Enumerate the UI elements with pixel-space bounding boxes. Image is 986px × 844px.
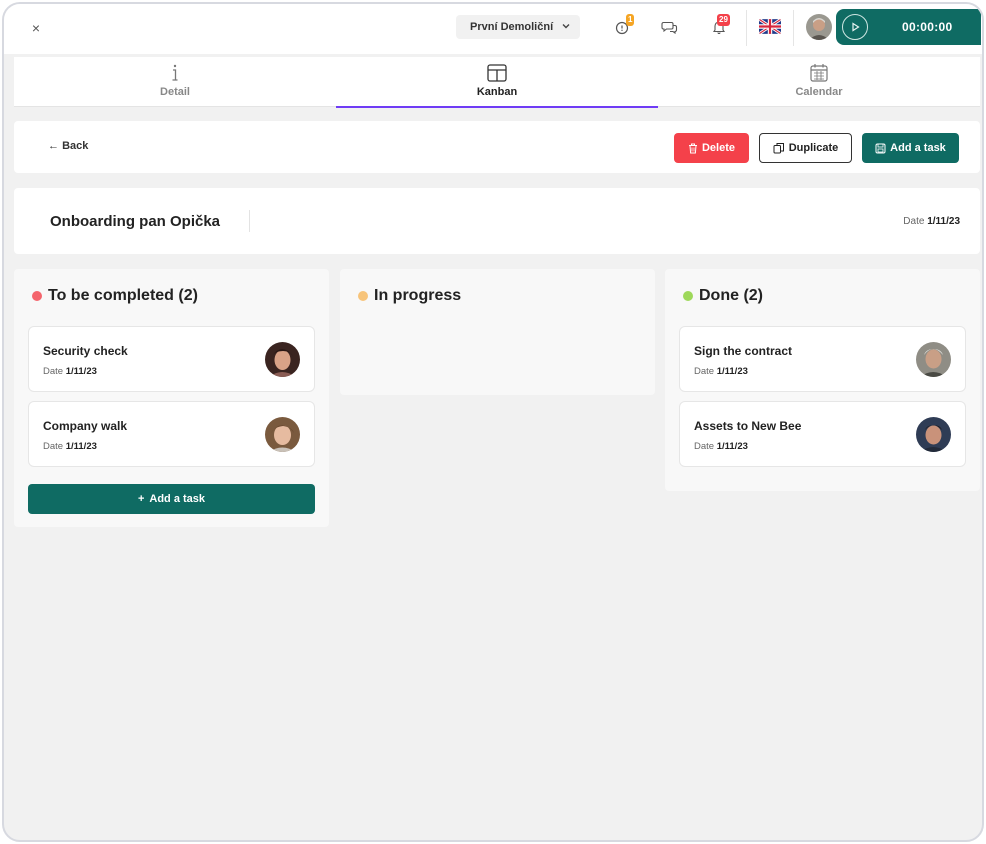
timer-value: 00:00:00 (902, 20, 953, 34)
back-button[interactable]: ← Back (48, 140, 88, 152)
alert-badge: 1 (626, 14, 635, 26)
column-header: To be completed (2) (32, 287, 198, 305)
column-add-task-button[interactable]: + Add a task (28, 484, 315, 514)
tab-kanban[interactable]: Kanban (336, 57, 658, 108)
chat-icon[interactable] (661, 18, 679, 36)
company-select[interactable]: První Demoliční (456, 15, 580, 39)
status-dot (358, 291, 368, 301)
task-card[interactable]: Company walk Date 1/11/23 (28, 401, 315, 467)
tab-label: Detail (160, 86, 190, 98)
date-label: Date (43, 366, 64, 377)
assignee-avatar[interactable] (265, 417, 300, 452)
date-label: Date (903, 216, 925, 227)
action-bar: ← Back Delete Duplicate Add a task (14, 121, 980, 173)
delete-label: Delete (701, 142, 736, 154)
save-icon (875, 143, 886, 153)
uk-flag-icon[interactable] (759, 19, 781, 34)
duplicate-icon (773, 143, 784, 154)
date-value: 1/11/23 (716, 441, 748, 452)
delete-button[interactable]: Delete (674, 133, 749, 163)
status-dot (32, 291, 42, 301)
tab-label: Calendar (795, 86, 843, 98)
board-icon (487, 64, 507, 82)
top-bar: × První Demoliční 1 29 00:00:00 (4, 4, 982, 54)
date-label: Date (43, 441, 64, 452)
date-label: Date (694, 441, 715, 452)
date-label: Date (694, 366, 715, 377)
kanban-column-in-progress: In progress (340, 269, 655, 395)
task-card[interactable]: Security check Date 1/11/23 (28, 326, 315, 392)
notification-badge: 29 (717, 14, 730, 26)
chevron-down-icon (562, 24, 570, 29)
company-select-label: První Demoliční (470, 21, 554, 33)
divider (793, 10, 794, 46)
task-date: Date 1/11/23 (694, 441, 748, 452)
assignee-avatar[interactable] (916, 417, 951, 452)
date-value: 1/11/23 (927, 216, 960, 227)
kanban-column-to-be-completed: To be completed (2) Security check Date … (14, 269, 329, 527)
assignee-avatar[interactable] (916, 342, 951, 377)
duplicate-button[interactable]: Duplicate (759, 133, 852, 163)
column-title: Done (2) (699, 287, 763, 304)
column-title: In progress (374, 287, 462, 304)
project-date: Date 1/11/23 (903, 216, 960, 227)
duplicate-label: Duplicate (788, 142, 839, 154)
date-value: 1/11/23 (65, 441, 97, 452)
date-value: 1/11/23 (65, 366, 97, 377)
arrow-left-icon: ← (48, 140, 63, 152)
tab-calendar[interactable]: Calendar (658, 57, 980, 107)
tab-label: Kanban (476, 86, 518, 98)
trash-icon (688, 143, 697, 153)
tab-detail[interactable]: Detail (14, 57, 336, 107)
close-icon[interactable]: × (26, 18, 46, 38)
date-value: 1/11/23 (716, 366, 748, 377)
task-card[interactable]: Assets to New Bee Date 1/11/23 (679, 401, 966, 467)
divider (249, 210, 250, 232)
add-task-button[interactable]: Add a task (862, 133, 959, 163)
column-title: To be completed (2) (48, 287, 198, 304)
time-tracker: 00:00:00 (836, 9, 981, 45)
project-header: Onboarding pan Opička Date 1/11/23 (14, 188, 980, 254)
app-window: × První Demoliční 1 29 00:00:00 Detail K… (2, 2, 984, 842)
calendar-icon (810, 64, 828, 82)
task-title: Company walk (43, 419, 128, 433)
task-title: Sign the contract (694, 344, 793, 358)
play-icon[interactable] (842, 14, 868, 40)
task-title: Security check (43, 344, 128, 358)
plus-icon: + (137, 493, 145, 505)
user-avatar[interactable] (806, 14, 832, 40)
back-label: Back (62, 140, 89, 152)
task-card[interactable]: Sign the contract Date 1/11/23 (679, 326, 966, 392)
divider (746, 10, 747, 46)
column-header: In progress (358, 287, 461, 305)
status-dot (683, 291, 693, 301)
project-title: Onboarding pan Opička (50, 213, 221, 230)
info-icon (172, 64, 178, 81)
column-header: Done (2) (683, 287, 763, 305)
add-task-label: Add a task (890, 142, 946, 154)
task-date: Date 1/11/23 (43, 441, 97, 452)
kanban-column-done: Done (2) Sign the contract Date 1/11/23 … (665, 269, 980, 491)
task-title: Assets to New Bee (694, 419, 802, 433)
add-task-label: Add a task (149, 493, 206, 505)
assignee-avatar[interactable] (265, 342, 300, 377)
task-date: Date 1/11/23 (694, 366, 748, 377)
view-tabs: Detail Kanban Calendar (14, 57, 980, 108)
task-date: Date 1/11/23 (43, 366, 97, 377)
